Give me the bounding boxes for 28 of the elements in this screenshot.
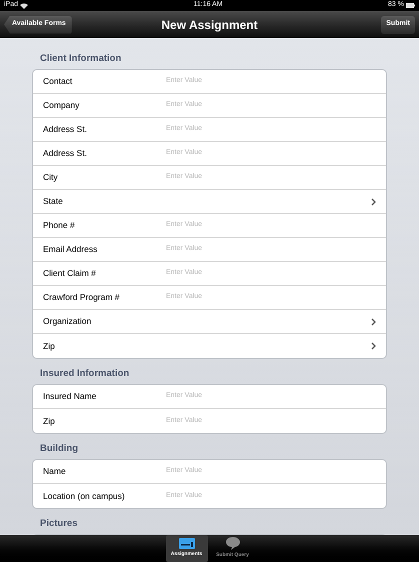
field-label: Contact (43, 75, 74, 88)
section-header: Client Information (39, 52, 122, 66)
field-label: Address St. (43, 147, 88, 160)
field-label: Crawford Program # (43, 291, 121, 304)
section-header: Building (39, 442, 79, 456)
field-label: Organization (43, 315, 92, 328)
speech-bubble-icon (226, 537, 240, 550)
card-icon (178, 538, 194, 550)
section-header: Pictures (39, 517, 78, 532)
battery-icon (406, 3, 415, 8)
field-label: Location (on campus) (43, 490, 126, 502)
field-label: Zip (43, 340, 56, 352)
section-header: Insured Information (39, 367, 130, 382)
field-label: Address St. (43, 123, 88, 136)
field-label: Client Claim # (43, 267, 97, 280)
screen-title: New Assignment (161, 16, 258, 34)
wifi-icon (20, 2, 28, 8)
field-label: Name (43, 465, 67, 478)
field-label: Zip (43, 414, 56, 428)
chevron-icon[interactable] (371, 342, 376, 350)
field-label: State (43, 195, 64, 208)
chevron-icon[interactable] (371, 318, 376, 326)
field-label: Phone # (43, 219, 76, 232)
chevron-icon[interactable] (371, 198, 376, 206)
field-label: Insured Name (43, 390, 98, 403)
field-label: Email Address (43, 243, 98, 256)
field-label: City (43, 171, 59, 184)
field-label: Company (43, 99, 80, 112)
